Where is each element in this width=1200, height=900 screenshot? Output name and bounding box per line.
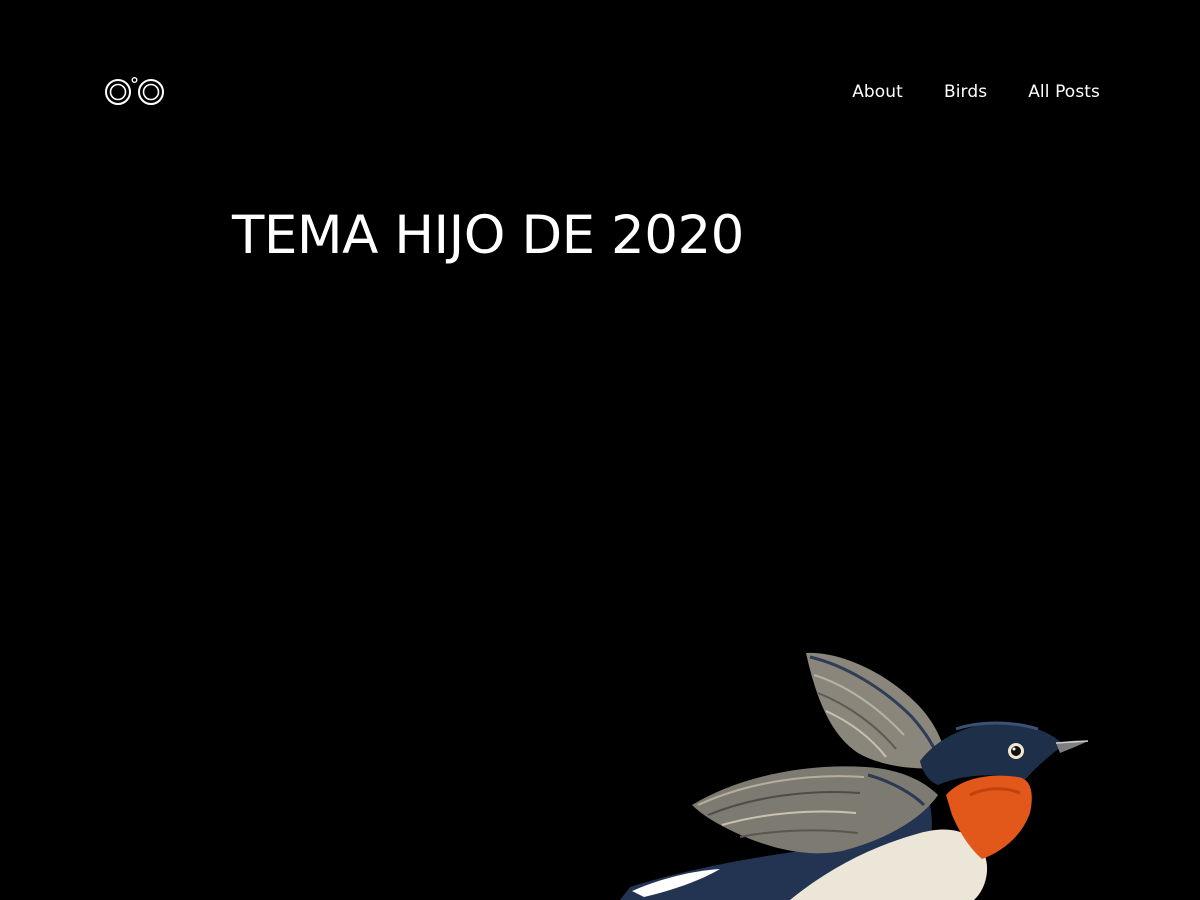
nav-item-all-posts: All Posts	[1028, 80, 1100, 104]
site-header: About Birds All Posts	[0, 0, 1200, 180]
nav-link-birds[interactable]: Birds	[944, 82, 987, 102]
primary-navigation: About Birds All Posts	[852, 80, 1100, 104]
bird-illustration-icon	[620, 652, 1089, 900]
binoculars-logo-icon	[105, 77, 164, 105]
nav-item-about: About	[852, 80, 903, 104]
nav-link-all-posts[interactable]: All Posts	[1028, 82, 1100, 102]
bird-illustration	[620, 645, 1100, 900]
page-title: TEMA HIJO DE 2020	[232, 205, 744, 266]
nav-item-birds: Birds	[944, 80, 987, 104]
site-logo[interactable]	[104, 76, 166, 106]
nav-link-about[interactable]: About	[852, 82, 903, 102]
